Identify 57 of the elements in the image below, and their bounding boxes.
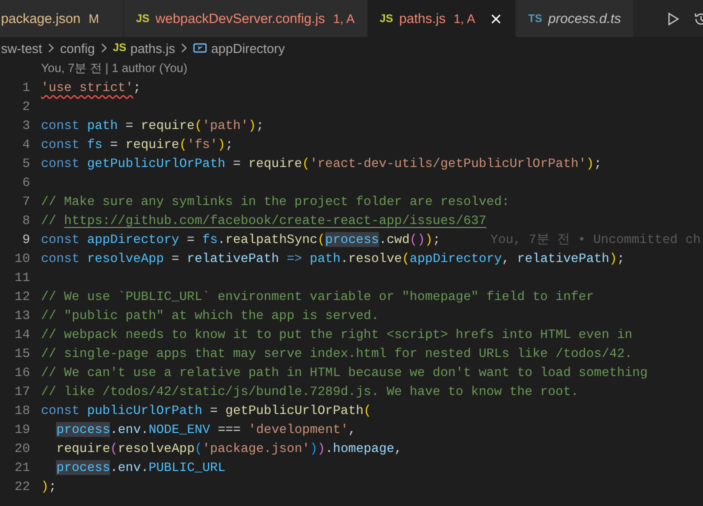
codelens-text[interactable]: You, 7분 전 | 1 author (You) <box>41 60 188 77</box>
breadcrumb-item[interactable]: sw-test <box>1 40 42 56</box>
inline-blame: You, 7분 전 • Uncommitted ch <box>490 231 701 248</box>
code-line: // like /todos/42/static/js/bundle.7289d.js. We have to know the root. <box>41 384 579 399</box>
line-number: 9 <box>21 232 31 247</box>
line-number: 13 <box>14 308 31 323</box>
line-number: 18 <box>14 403 31 418</box>
code-line: // "public path" at which the app is served. <box>41 308 379 323</box>
line-number: 3 <box>21 118 31 133</box>
line-number: 17 <box>14 384 31 399</box>
editor-tab[interactable]: TS process.d.ts <box>516 0 634 37</box>
code-line: require(resolveApp('package.json')).homepage, <box>55 441 402 456</box>
code-line: const publicUrlOrPath = getPublicUrlOrPath( <box>41 403 372 418</box>
code-line: const resolveApp = relativePath => path.resolve(appDirectory, relativePath); <box>41 251 625 266</box>
line-number: 6 <box>21 175 31 190</box>
code-line: process.env.PUBLIC_URL <box>55 460 226 475</box>
line-number: 21 <box>14 460 31 475</box>
line-number: 2 <box>21 99 31 114</box>
code-line: const getPublicUrlOrPath = require('react-dev-utils/getPublicUrlOrPath'); <box>41 156 602 171</box>
chevron-icon <box>98 43 109 53</box>
line-number: 22 <box>14 479 31 494</box>
code-line: // We use `PUBLIC_URL` environment variable or "homepage" field to infer <box>41 289 594 304</box>
code-line: // single-page apps that may serve index.html for nested URLs like /todos/42. <box>41 346 632 361</box>
breadcrumb-item[interactable]: paths.js <box>130 40 176 56</box>
line-number: 4 <box>21 137 31 152</box>
code-line: // https://github.com/facebook/create-react-app/issues/637 <box>41 213 486 228</box>
line-number: 19 <box>14 422 31 437</box>
code-line: // We can't use a relative path in HTML because we don't want to load something <box>41 365 648 380</box>
line-number: 1 <box>21 80 31 95</box>
line-number: 7 <box>21 194 31 209</box>
line-number: 15 <box>14 346 31 361</box>
line-number: 20 <box>14 441 31 456</box>
line-number: 16 <box>14 365 31 380</box>
breadcrumb-item[interactable]: appDirectory <box>211 40 285 56</box>
code-line: process.env.NODE_ENV === 'development', <box>55 422 356 437</box>
chevron-icon <box>46 43 56 53</box>
js-file-icon: JS <box>112 42 126 54</box>
editor-tab[interactable]: JS paths.js 1, A <box>368 0 516 37</box>
variable-icon <box>193 42 208 54</box>
code-line: const appDirectory = fs.realpathSync(process.cwd()); <box>41 232 440 247</box>
line-number: 10 <box>14 251 31 266</box>
code-line: const fs = require('fs'); <box>41 137 234 152</box>
breadcrumb-item[interactable]: config <box>60 40 95 56</box>
editor-tab[interactable]: JS webpackDevServer.config.js 1, A <box>124 0 368 37</box>
line-number: 12 <box>14 289 31 304</box>
code-line: ); <box>41 479 56 494</box>
chevron-icon <box>179 43 190 53</box>
code-line: const path = require('path'); <box>41 118 264 133</box>
line-number: 11 <box>14 270 31 285</box>
code-line: 'use strict'; <box>41 80 141 95</box>
line-number: 5 <box>21 156 31 171</box>
line-number: 14 <box>14 327 31 342</box>
code-line: // webpack needs to know it to put the right <script> hrefs into HTML even in <box>41 327 632 342</box>
code-line: // Make sure any symlinks in the project folder are resolved: <box>41 194 510 209</box>
line-number: 8 <box>21 213 31 228</box>
close-icon[interactable] <box>489 12 504 26</box>
editor-tab[interactable]: package.json M <box>0 0 124 37</box>
